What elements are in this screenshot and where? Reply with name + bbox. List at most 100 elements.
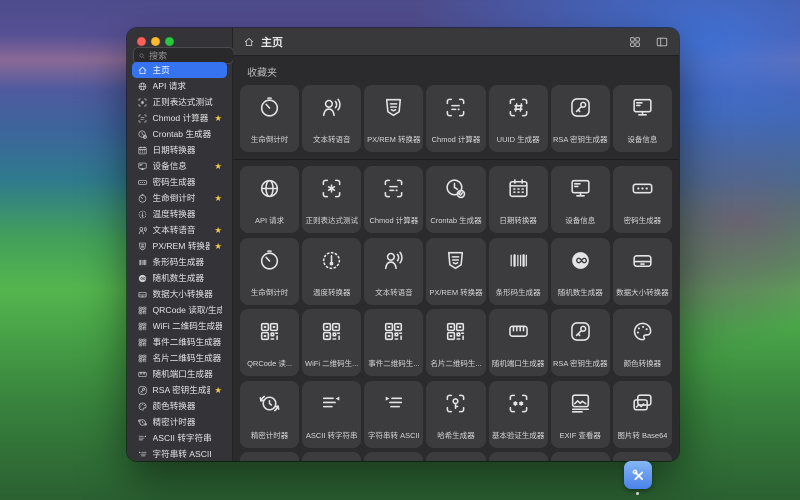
tool-tile[interactable]: 密码生成器 (612, 166, 672, 233)
home-icon (243, 36, 255, 48)
sidebar-item-5[interactable]: 日期转换器 (132, 142, 227, 158)
sidebar-item-1[interactable]: API 请求 (132, 78, 227, 94)
tool-tile[interactable]: Chmod 计算器 (364, 166, 424, 233)
tool-tile[interactable]: 图片转 Base64 (612, 380, 672, 448)
tool-tile[interactable]: 精密计时器 (240, 380, 300, 448)
infinity-icon (568, 248, 593, 273)
tool-tile-label: WiFi 二维码生... (305, 359, 359, 368)
grid-view-button[interactable] (628, 35, 642, 49)
tool-tile[interactable] (426, 452, 486, 461)
tool-tile[interactable]: 随机数生成器 (550, 237, 610, 305)
tool-tile[interactable]: PX/REM 转换器 (364, 85, 424, 152)
sidebar-item-19[interactable]: 随机端口生成器 (132, 366, 227, 382)
sidebar-item-17[interactable]: 事件二维码生成器 (132, 334, 227, 350)
tool-tile[interactable] (240, 452, 300, 461)
toggle-sidebar-button[interactable] (655, 35, 669, 49)
search-input[interactable] (149, 50, 229, 61)
sidebar-item-label: 生命倒计时 (152, 193, 196, 203)
tool-tile[interactable]: WiFi 二维码生... (302, 309, 362, 376)
tool-tile-label: 条形码生成器 (495, 287, 541, 297)
sidebar-item-6[interactable]: 设备信息 ★ (132, 158, 227, 174)
tool-tile[interactable]: Aa (550, 452, 610, 461)
tool-tile[interactable]: 文本转语音 (364, 237, 424, 305)
tool-tile[interactable]: UUID 生成器 (488, 85, 548, 152)
tool-tile[interactable] (612, 452, 672, 461)
sidebar-item-22[interactable]: 精密计时器 (132, 414, 227, 430)
sidebar-item-label: 精密计时器 (152, 417, 196, 427)
tool-tile[interactable]: 设备信息 (612, 85, 672, 152)
tool-tile-label: 生命倒计时 (250, 287, 289, 297)
tool-tile[interactable]: 设备信息 (550, 166, 610, 233)
tool-tile[interactable]: RSA 密钥生成器 (550, 309, 610, 376)
crontab-icon (137, 129, 148, 140)
tool-tile[interactable]: ASCII 转字符串 (302, 380, 362, 448)
tool-tile[interactable]: 生命倒计时 (240, 237, 300, 305)
minimize-button[interactable] (151, 37, 160, 46)
sidebar-item-21[interactable]: 颜色转换器 (132, 398, 227, 414)
tool-tile[interactable]: 基本验证生成器 (488, 380, 548, 448)
tool-tile[interactable]: RSA 密钥生成器 (550, 85, 610, 152)
tool-tile[interactable]: 日期转换器 (488, 166, 548, 233)
sidebar-item-12[interactable]: 条形码生成器 (132, 254, 227, 270)
tool-tile[interactable]: UNi (488, 452, 548, 461)
tool-tile[interactable]: 生命倒计时 (240, 85, 300, 152)
sidebar-item-9[interactable]: 温度转换器 (132, 206, 227, 222)
sidebar-item-4[interactable]: Crontab 生成器 (132, 126, 227, 142)
tool-tile[interactable]: 条形码生成器 (488, 237, 548, 305)
tool-tile-label: 精密计时器 (250, 430, 289, 440)
tool-tile[interactable]: 颜色转换器 (612, 309, 672, 376)
tool-tile[interactable]: QRCode 读... (240, 309, 300, 376)
tool-tile-label: 生命倒计时 (250, 135, 289, 144)
drive-icon (137, 289, 148, 300)
tool-tile[interactable]: 数据大小转换器 (612, 237, 672, 305)
tool-tile[interactable]: Crontab 生成器 (426, 166, 486, 233)
sidebar-item-label: QRCode 读取/生成器 (152, 305, 223, 315)
sidebar-item-7[interactable]: 密码生成器 (132, 174, 227, 190)
zoom-button[interactable] (165, 37, 174, 46)
tool-tile[interactable]: EXIF 查看器 (550, 380, 610, 448)
tool-tile-label: QRCode 读... (247, 359, 293, 368)
tool-tile[interactable] (364, 452, 424, 461)
qr-icon (137, 321, 148, 332)
password-icon (137, 177, 148, 188)
tool-tile[interactable] (302, 452, 362, 461)
tool-tile[interactable]: 字符串转 ASCII (364, 380, 424, 448)
tool-tile[interactable]: 随机端口生成器 (488, 309, 548, 376)
tool-tile[interactable]: API 请求 (240, 166, 300, 233)
sidebar-item-16[interactable]: WiFi 二维码生成器 (132, 318, 227, 334)
password-icon (630, 176, 655, 201)
sidebar-item-10[interactable]: 文本转语音 ★ (132, 222, 227, 238)
tool-tile[interactable]: 事件二维码生... (364, 309, 424, 376)
tool-tile[interactable]: 名片二维码生... (426, 309, 486, 376)
tool-tile[interactable]: 正则表达式测试 (302, 166, 362, 233)
sidebar-item-20[interactable]: RSA 密钥生成器 ★ (132, 382, 227, 398)
sidebar-item-11[interactable]: PX/REM 转换器 ★ (132, 238, 227, 254)
sidebar-item-13[interactable]: 随机数生成器 (132, 270, 227, 286)
tool-tile[interactable]: 温度转换器 (302, 237, 362, 305)
sidebar-item-18[interactable]: 名片二维码生成器 (132, 350, 227, 366)
tool-tile[interactable]: 哈希生成器 (426, 380, 486, 448)
sidebar-item-24[interactable]: 字符串转 ASCII (132, 446, 227, 461)
tool-tile-label: 名片二维码生... (430, 359, 482, 368)
sidebar-item-label: WiFi 二维码生成器 (152, 321, 223, 331)
tool-tile-label: 事件二维码生... (368, 359, 420, 368)
sidebar-item-23[interactable]: ASCII 转字符串 (132, 430, 227, 446)
sidebar-item-8[interactable]: 生命倒计时 ★ (132, 190, 227, 206)
tool-tile[interactable]: Chmod 计算器 (426, 85, 486, 152)
tool-tile[interactable]: PX/REM 转换器 (426, 237, 486, 305)
sidebar-item-15[interactable]: QRCode 读取/生成器 (132, 302, 227, 318)
sidebar-item-3[interactable]: Chmod 计算器 ★ (132, 110, 227, 126)
favorite-star-icon: ★ (214, 192, 222, 203)
palette-icon (630, 319, 655, 344)
sidebar-item-14[interactable]: 数据大小转换器 (132, 286, 227, 302)
tool-tile[interactable]: 文本转语音 (302, 85, 362, 152)
sidebar-item-label: 名片二维码生成器 (152, 353, 222, 363)
exif-icon (568, 391, 593, 416)
calendar-icon (506, 176, 531, 201)
close-button[interactable] (137, 37, 146, 46)
window-controls (137, 37, 174, 46)
sidebar-item-2[interactable]: 正则表达式测试 (132, 94, 227, 110)
qr-icon (381, 319, 406, 344)
dock-app-icon[interactable] (624, 461, 652, 489)
sidebar-item-0[interactable]: 主页 (132, 62, 227, 78)
